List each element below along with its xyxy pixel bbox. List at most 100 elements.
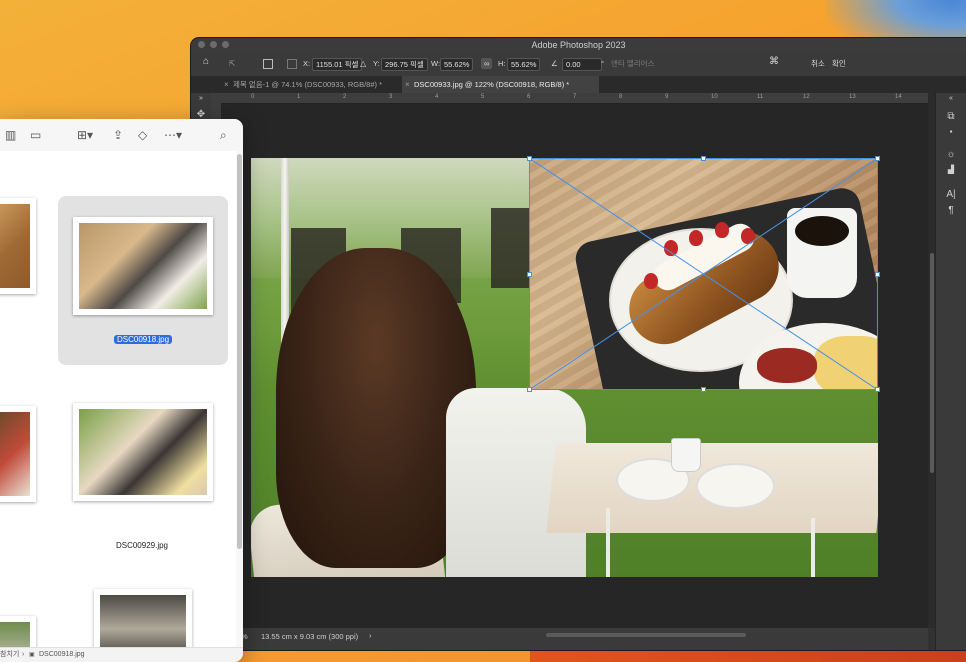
ruler-tick: 2 [343, 94, 347, 100]
options-bar: ⌂ ⇱ X: 1155.01 픽셀 △ Y: 296.75 픽셀 W: 55.6… [191, 52, 966, 77]
paragraph-panel-icon[interactable]: ¶ [944, 205, 958, 216]
tab-untitled[interactable]: × 제목 없음-1 @ 74.1% (DSC00933, RGB/8#) * [221, 76, 401, 93]
collapse-panel-icon[interactable]: « [944, 95, 958, 102]
tab-dsc00933[interactable]: × DSC00933.jpg @ 122% (DSC00918, RGB/8) … [402, 76, 599, 93]
expand-panel-icon[interactable]: » [195, 95, 207, 102]
brush-panel-icon[interactable]: ▪ [944, 127, 958, 136]
transform-handle[interactable] [527, 272, 532, 277]
character-panel-icon[interactable]: A| [944, 189, 958, 200]
link-icon[interactable]: ∞ [481, 58, 493, 69]
photo-element [671, 438, 701, 472]
document-tabs: × 제목 없음-1 @ 74.1% (DSC00933, RGB/8#) * ×… [191, 76, 966, 93]
finder-icon-view[interactable]: DSC00918.jpg DSC00929.jpg [0, 151, 236, 662]
photo-element [606, 508, 610, 577]
ruler-tick: 7 [573, 94, 577, 100]
path-separator: › [22, 651, 25, 658]
photo-element [491, 208, 531, 288]
thumbnail-image [79, 409, 207, 495]
ruler-tick: 12 [803, 94, 810, 100]
photo-element [811, 518, 815, 577]
ruler-tick: 1 [297, 94, 301, 100]
status-bar: % 13.55 cm x 9.03 cm (300 ppi) › [191, 627, 928, 650]
transform-handle[interactable] [527, 387, 532, 392]
tab-label: DSC00933.jpg @ 122% (DSC00918, RGB/8) * [414, 80, 570, 89]
histogram-icon[interactable]: ▟ [944, 165, 958, 174]
transform-handle[interactable] [875, 387, 880, 392]
transform-handle[interactable] [701, 387, 706, 392]
w-label: W: [431, 59, 441, 68]
transform-handle[interactable] [875, 156, 880, 161]
app-title: Adobe Photoshop 2023 [531, 40, 626, 50]
height-field[interactable]: 55.62% [507, 58, 541, 71]
transform-bounding-box[interactable] [527, 156, 880, 392]
delta-icon[interactable]: △ [360, 58, 366, 69]
history-icon[interactable]: ⧉ [944, 111, 958, 122]
scroll-thumb[interactable] [930, 253, 934, 473]
thumbnail-image [0, 204, 30, 288]
columns-view-icon[interactable]: ▥ [5, 128, 16, 142]
file-name-label[interactable]: DSC00929.jpg [110, 541, 174, 550]
search-icon[interactable]: ⌕ [220, 128, 227, 143]
x-label: X: [303, 59, 311, 68]
file-thumbnail[interactable] [0, 406, 36, 502]
file-thumbnail[interactable] [0, 198, 36, 294]
photo-element [696, 463, 775, 509]
close-tab-icon[interactable]: × [405, 76, 410, 93]
ruler-tick: 10 [711, 94, 718, 100]
ruler-tick: 13 [849, 94, 856, 100]
finder-window: ▥ ▭ ⊞▾ ⇪ ◇ ⋯▾ ⌕ DSC00918.jpg DSC00929.jp… [0, 119, 243, 662]
reference-point-icon[interactable] [263, 59, 273, 69]
scroll-thumb[interactable] [237, 154, 242, 549]
more-icon[interactable]: ⋯▾ [164, 128, 182, 142]
image-file-icon: ▣ [29, 652, 35, 658]
photoshop-window: Adobe Photoshop 2023 ⌂ ⇱ X: 1155.01 픽셀 △… [191, 38, 966, 650]
cancel-transform-button[interactable]: 취소 [811, 58, 825, 69]
ruler-tick: 9 [665, 94, 669, 100]
right-panel-dock: « ⧉ ▪ ☼ ▟ A| ¶ [935, 93, 966, 650]
warp-icon[interactable]: ⌘ [769, 56, 779, 67]
thumbnail-image [0, 412, 30, 496]
file-thumbnail-selected[interactable] [73, 217, 213, 315]
tag-icon[interactable]: ◇ [138, 128, 147, 142]
file-name-label[interactable]: DSC00918.jpg [114, 335, 173, 344]
gallery-view-icon[interactable]: ▭ [30, 128, 41, 142]
finder-scrollbar[interactable] [236, 151, 243, 648]
ruler-tick: 6 [527, 94, 531, 100]
ruler-tick: 11 [757, 94, 764, 100]
home-icon[interactable]: ⌂ [203, 56, 209, 67]
width-field[interactable]: 55.62% [440, 58, 474, 71]
horizontal-ruler: 0 1 2 3 4 5 6 7 8 9 10 11 12 13 14 [211, 93, 928, 104]
transform-tool-icon[interactable]: ⇱ [229, 58, 235, 69]
title-bar: Adobe Photoshop 2023 [191, 38, 966, 52]
transform-handle[interactable] [701, 156, 706, 161]
ruler-tick: 14 [895, 94, 902, 100]
group-icon[interactable]: ⊞▾ [77, 128, 93, 142]
angle-icon: ∠ [551, 59, 558, 68]
finder-toolbar: ▥ ▭ ⊞▾ ⇪ ◇ ⋯▾ ⌕ [0, 119, 243, 152]
path-parent[interactable]: 참치기 [0, 648, 19, 662]
reference-grid-icon[interactable] [287, 59, 297, 69]
transform-diagonals [529, 158, 878, 390]
path-file[interactable]: DSC00918.jpg [39, 648, 85, 662]
transform-handle[interactable] [875, 272, 880, 277]
h-label: H: [498, 59, 506, 68]
tab-label: 제목 없음-1 @ 74.1% (DSC00933, RGB/8#) * [233, 80, 383, 89]
transform-handle[interactable] [527, 156, 532, 161]
ruler-tick: 8 [619, 94, 623, 100]
share-icon[interactable]: ⇪ [113, 128, 123, 142]
angle-field[interactable]: 0.00 [562, 58, 602, 71]
status-menu-arrow[interactable]: › [369, 631, 372, 640]
interpolation-dropdown[interactable]: 앤티 앨리어스 [611, 58, 654, 69]
file-thumbnail[interactable] [73, 403, 213, 501]
close-tab-icon[interactable]: × [224, 76, 229, 93]
path-bar: 참치기 › ▣ DSC00918.jpg [0, 647, 243, 662]
y-label: Y: [373, 59, 380, 68]
y-position-field[interactable]: 296.75 픽셀 [381, 58, 428, 71]
ruler-tick: 4 [435, 94, 439, 100]
x-position-field[interactable]: 1155.01 픽셀 [312, 58, 363, 71]
horizontal-scrollbar[interactable] [546, 633, 746, 637]
ruler-tick: 3 [389, 94, 393, 100]
commit-transform-button[interactable]: 확인 [832, 58, 846, 69]
thumbnail-image [79, 223, 207, 309]
adjustments-icon[interactable]: ☼ [944, 149, 958, 160]
